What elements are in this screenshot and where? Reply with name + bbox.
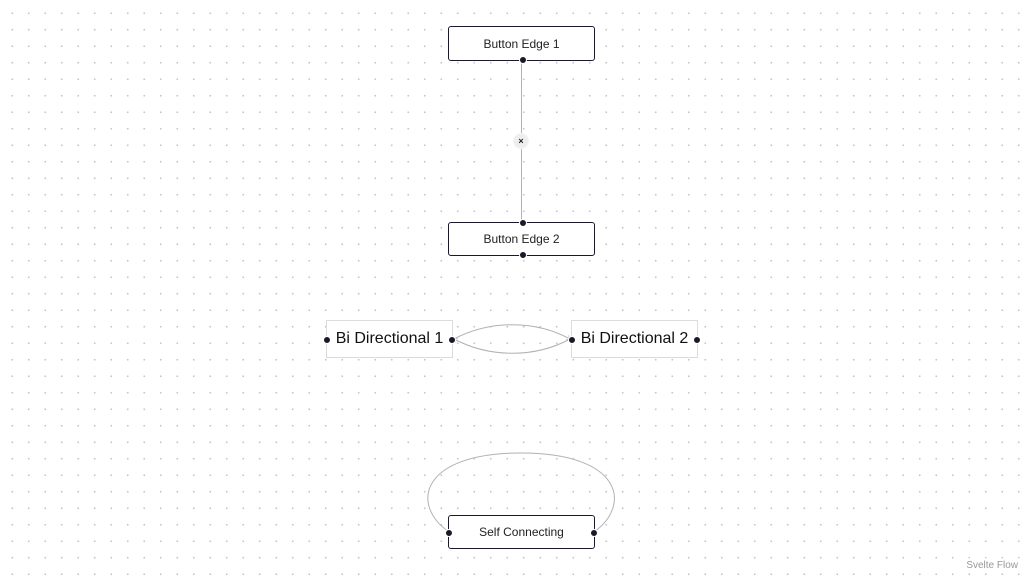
node-bi-directional-1[interactable]: Bi Directional 1 [323,320,456,358]
handle-left[interactable] [568,336,576,344]
handle-right[interactable] [590,529,598,537]
node-label: Self Connecting [479,525,564,539]
bidirectional-edge-2-to-1[interactable] [453,337,571,354]
node-bi-directional-2[interactable]: Bi Directional 2 [568,320,701,358]
node-label: Button Edge 2 [483,232,560,246]
attribution-link[interactable]: Svelte Flow [963,558,1021,573]
node-self-connecting[interactable]: Self Connecting [445,515,598,549]
node-button-edge-1[interactable]: Button Edge 1 [448,26,595,64]
delete-edge-button[interactable]: × [513,133,529,149]
handle-left[interactable] [445,529,453,537]
handle-right[interactable] [693,336,701,344]
target-handle-top[interactable] [518,219,527,227]
source-handle-bottom[interactable] [518,251,527,259]
node-button-edge-2[interactable]: Button Edge 2 [448,219,595,259]
handle-right[interactable] [448,336,456,344]
node-label: Bi Directional 2 [580,330,689,347]
edges-layer [427,61,615,533]
close-icon: × [518,136,524,146]
flow-canvas[interactable]: Button Edge 1 × Button Edge 2 Bi Directi… [0,0,1024,576]
source-handle-bottom[interactable] [518,56,527,64]
handle-left[interactable] [323,336,331,344]
bidirectional-edge-1-to-2[interactable] [453,324,571,341]
node-label: Bi Directional 1 [335,330,444,347]
node-label: Button Edge 1 [483,36,560,51]
